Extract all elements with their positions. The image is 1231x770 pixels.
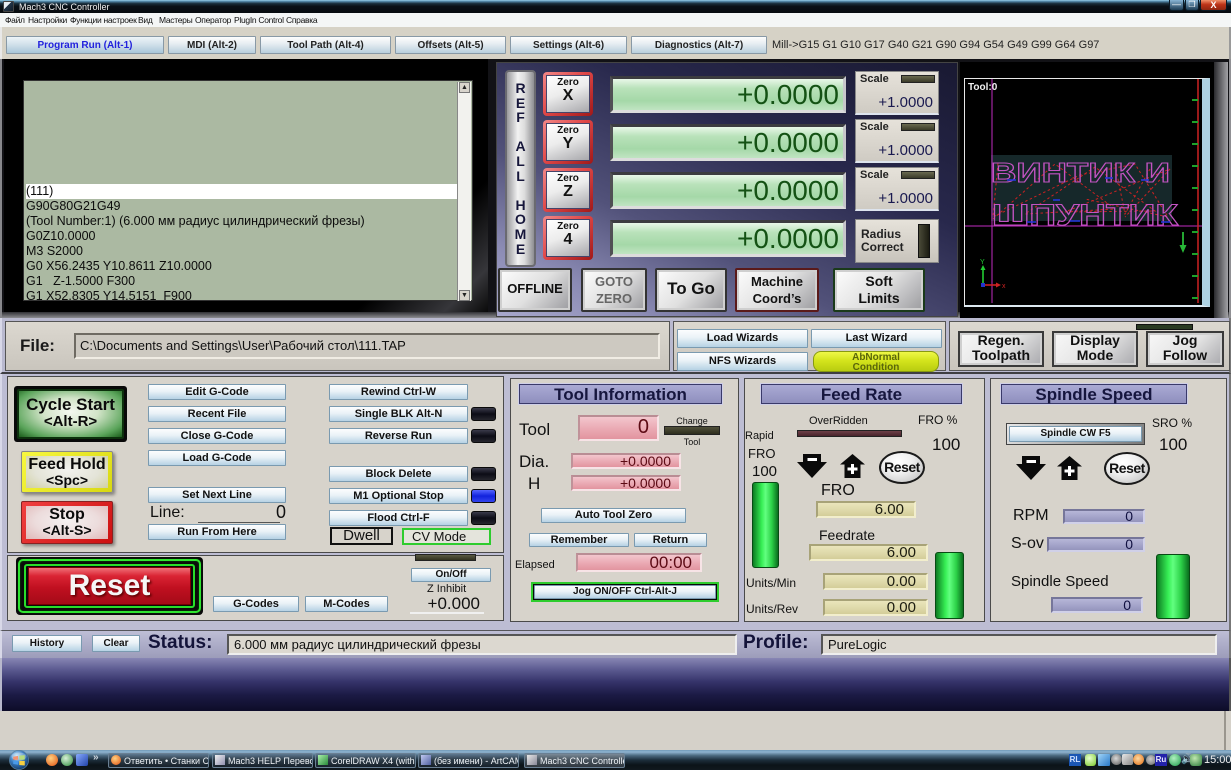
svg-text:ВИНТИК И: ВИНТИК И [991,157,1170,188]
svg-text:x: x [1002,283,1006,290]
svg-text:Tool:0: Tool:0 [968,82,998,93]
svg-text:ШПУНТИК: ШПУНТИК [992,199,1179,232]
svg-text:Y: Y [980,259,985,266]
